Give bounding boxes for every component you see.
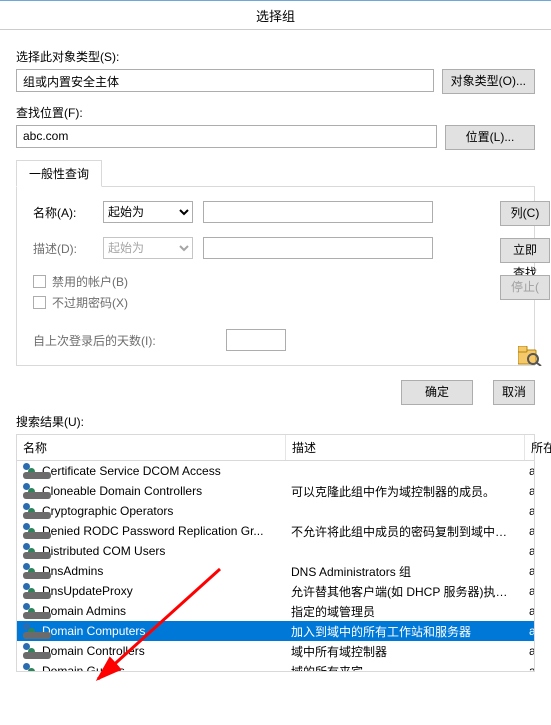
row-name: Cryptographic Operators — [42, 504, 173, 518]
row-loc: abc.c — [523, 464, 535, 478]
table-row[interactable]: Distributed COM Users abc.c — [17, 541, 534, 561]
locations-button[interactable]: 位置(L)... — [445, 125, 535, 150]
row-loc: abc.c — [523, 644, 535, 658]
group-icon — [23, 543, 39, 559]
find-now-button[interactable]: 立即查找 — [500, 238, 550, 263]
tab-general-query[interactable]: 一般性查询 — [16, 160, 102, 187]
name-label: 名称(A): — [33, 204, 93, 221]
search-icon — [518, 346, 542, 366]
results-list[interactable]: Certificate Service DCOM Accessabc.cClon… — [16, 461, 535, 672]
columns-button[interactable]: 列(C) — [500, 201, 550, 226]
group-icon — [23, 583, 39, 599]
ok-button[interactable]: 确定 — [401, 380, 473, 405]
group-icon — [23, 623, 39, 639]
group-icon — [23, 503, 39, 519]
group-icon — [23, 523, 39, 539]
table-row[interactable]: Domain Admins 指定的域管理员abc.c — [17, 601, 534, 621]
row-desc: 加入到域中的所有工作站和服务器 — [285, 623, 523, 640]
row-loc: abc.c — [523, 624, 535, 638]
table-row[interactable]: Cloneable Domain Controllers 可以克隆此组中作为域控制… — [17, 481, 534, 501]
title-bar: 选择组 — [0, 1, 551, 30]
row-name: Domain Admins — [42, 604, 126, 618]
disabled-accounts-checkbox — [33, 275, 46, 288]
location-field: abc.com — [16, 125, 437, 148]
table-row[interactable]: Denied RODC Password Replication Gr... 不允… — [17, 521, 534, 541]
results-label: 搜索结果(U): — [0, 413, 551, 434]
results-header: 名称 描述 所在文 — [16, 434, 535, 461]
object-types-button[interactable]: 对象类型(O)... — [442, 69, 535, 94]
table-row[interactable]: Cryptographic Operators abc.c — [17, 501, 534, 521]
table-row[interactable]: Domain Guests 域的所有来宾abc.c — [17, 661, 534, 672]
row-loc: abc.c — [523, 564, 535, 578]
table-row[interactable]: DnsUpdateProxy 允许替其他客户端(如 DHCP 服务器)执行...a… — [17, 581, 534, 601]
row-desc: 可以克隆此组中作为域控制器的成员。 — [285, 483, 523, 500]
row-name: Distributed COM Users — [42, 544, 165, 558]
row-name: Cloneable Domain Controllers — [42, 484, 202, 498]
noexpire-label: 不过期密码(X) — [52, 294, 128, 311]
row-name: Domain Guests — [42, 664, 125, 672]
days-since-label: 自上次登录后的天数(I): — [33, 332, 156, 349]
row-name: Domain Computers — [42, 624, 145, 638]
row-loc: abc.c — [523, 544, 535, 558]
col-name-header[interactable]: 名称 — [17, 435, 286, 460]
row-desc: 域中所有域控制器 — [285, 643, 523, 660]
row-name: Domain Controllers — [42, 644, 145, 658]
window-title: 选择组 — [256, 6, 295, 25]
table-row[interactable]: Certificate Service DCOM Access abc.c — [17, 461, 534, 481]
group-icon — [23, 463, 39, 479]
row-loc: abc.c — [523, 484, 535, 498]
row-name: DnsUpdateProxy — [42, 584, 133, 598]
group-icon — [23, 483, 39, 499]
disabled-accounts-label: 禁用的帐户(B) — [52, 273, 128, 290]
group-icon — [23, 603, 39, 619]
location-label: 查找位置(F): — [16, 104, 535, 121]
name-input[interactable] — [203, 201, 433, 223]
stop-button: 停止( — [500, 275, 550, 300]
col-desc-header[interactable]: 描述 — [286, 435, 525, 460]
row-name: DnsAdmins — [42, 564, 103, 578]
name-op-select[interactable]: 起始为 — [103, 201, 193, 223]
noexpire-checkbox — [33, 296, 46, 309]
row-loc: abc.c — [523, 524, 535, 538]
desc-op-select: 起始为 — [103, 237, 193, 259]
tab-strip: 一般性查询 — [16, 160, 535, 187]
row-loc: abc.c — [523, 584, 535, 598]
days-since-input — [226, 329, 286, 351]
row-desc: DNS Administrators 组 — [285, 563, 523, 580]
table-row[interactable]: Domain Controllers 域中所有域控制器abc.c — [17, 641, 534, 661]
col-loc-header[interactable]: 所在文 — [525, 435, 551, 460]
row-name: Certificate Service DCOM Access — [42, 464, 221, 478]
desc-input — [203, 237, 433, 259]
desc-label: 描述(D): — [33, 240, 93, 257]
table-row[interactable]: DnsAdmins DNS Administrators 组abc.c — [17, 561, 534, 581]
row-loc: abc.c — [523, 504, 535, 518]
cancel-button[interactable]: 取消 — [493, 380, 535, 405]
object-type-label: 选择此对象类型(S): — [16, 48, 535, 65]
row-name: Denied RODC Password Replication Gr... — [42, 524, 263, 538]
group-icon — [23, 563, 39, 579]
row-loc: abc.c — [523, 664, 535, 672]
table-row[interactable]: Domain Computers 加入到域中的所有工作站和服务器abc.c — [17, 621, 534, 641]
row-loc: abc.c — [523, 604, 535, 618]
row-desc: 允许替其他客户端(如 DHCP 服务器)执行... — [285, 583, 523, 600]
group-icon — [23, 643, 39, 659]
row-desc: 指定的域管理员 — [285, 603, 523, 620]
object-type-field: 组或内置安全主体 — [16, 69, 434, 92]
tab-panel: 名称(A): 起始为 描述(D): 起始为 禁用的帐户(B) 不过期密码(X) — [16, 187, 535, 366]
group-icon — [23, 663, 39, 672]
row-desc: 域的所有来宾 — [285, 663, 523, 673]
row-desc: 不允许将此组中成员的密码复制到域中的所... — [285, 523, 523, 540]
